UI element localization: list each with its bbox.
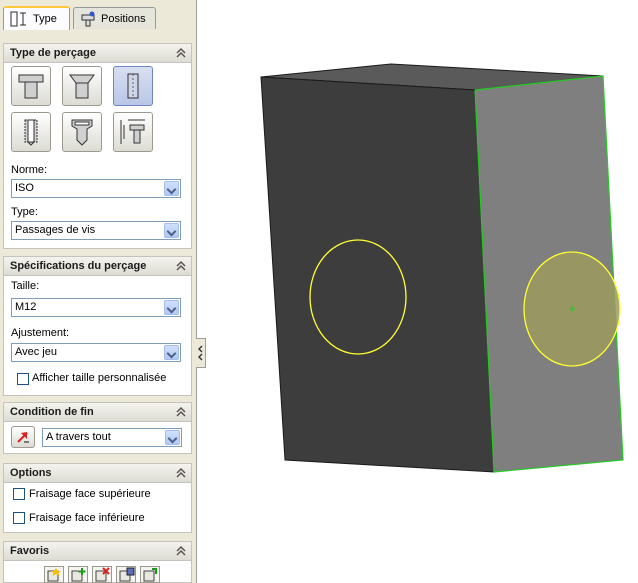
straight-hole-icon (127, 73, 139, 99)
chevron-down-icon[interactable] (164, 300, 179, 315)
reverse-direction-button[interactable] (11, 426, 35, 448)
fit-label: Ajustement: (11, 327, 70, 339)
reverse-direction-icon (17, 432, 29, 443)
chevron-down-icon[interactable] (164, 223, 179, 238)
collapse-chevron-icon[interactable] (176, 406, 186, 418)
fit-value: Avec jeu (15, 346, 57, 358)
tab-positions[interactable]: Positions (73, 7, 156, 29)
hole-position-icon (81, 11, 95, 26)
type-label: Type: (11, 206, 38, 218)
hole-type-tapered-tap-button[interactable] (62, 112, 102, 152)
top-countersink-checkbox[interactable] (13, 488, 25, 500)
collapse-arrows-icon[interactable] (196, 339, 205, 367)
countersink-icon (69, 74, 95, 99)
type-select[interactable]: Passages de vis (11, 221, 181, 240)
hole-type-straight-tap-button[interactable] (11, 112, 51, 152)
standard-label: Norme: (11, 164, 48, 176)
hole-spec-title: Spécifications du perçage (10, 260, 147, 272)
bottom-countersink-checkbox[interactable] (13, 512, 25, 524)
favorite-delete-button[interactable] (92, 566, 112, 583)
end-condition-value: A travers tout (46, 431, 111, 443)
size-value: M12 (15, 301, 37, 313)
end-condition-title: Condition de fin (10, 406, 94, 418)
options-title: Options (10, 467, 52, 479)
hole-type-icon (10, 11, 26, 27)
custom-size-checkbox[interactable] (17, 373, 29, 385)
collapse-chevron-icon[interactable] (176, 545, 186, 557)
legacy-hole-icon (120, 119, 145, 144)
chevron-down-icon[interactable] (165, 430, 180, 445)
panel-splitter[interactable] (196, 338, 206, 368)
favorites-title: Favoris (10, 545, 50, 557)
bottom-countersink-label: Fraisage face inférieure (29, 512, 145, 524)
favorite-apply-icon (47, 568, 61, 582)
size-label: Taille: (11, 280, 40, 292)
favorites-header[interactable]: Favoris (4, 542, 191, 561)
end-condition-select[interactable]: A travers tout (42, 428, 182, 447)
chevron-down-icon[interactable] (164, 345, 179, 360)
tab-positions-label: Positions (101, 12, 146, 25)
tab-type-label: Type (33, 13, 57, 25)
collapse-chevron-icon[interactable] (176, 467, 186, 479)
hole-type-header[interactable]: Type de perçage (4, 44, 191, 63)
end-condition-header[interactable]: Condition de fin (4, 403, 191, 422)
chevron-down-icon[interactable] (164, 181, 179, 196)
standard-select[interactable]: ISO (11, 179, 181, 198)
hole-spec-header[interactable]: Spécifications du perçage (4, 257, 191, 276)
type-value: Passages de vis (15, 224, 96, 236)
tab-bar: Type Positions (0, 0, 196, 30)
favorite-load-button[interactable] (140, 566, 160, 583)
graphics-viewport[interactable] (207, 0, 638, 583)
block-front-face[interactable] (260, 76, 495, 473)
hole-type-countersink-button[interactable] (62, 66, 102, 106)
fit-select[interactable]: Avec jeu (11, 343, 181, 362)
standard-value: ISO (15, 182, 34, 194)
favorite-add-button[interactable] (68, 566, 88, 583)
options-header[interactable]: Options (4, 464, 191, 483)
favorite-load-icon (143, 568, 157, 582)
custom-size-label: Afficher taille personnalisée (32, 372, 167, 384)
favorite-add-icon (71, 568, 86, 582)
favorite-apply-button[interactable] (44, 566, 64, 583)
favorite-delete-icon (95, 567, 110, 582)
top-countersink-label: Fraisage face supérieure (29, 488, 151, 500)
options-section: Options Fraisage face supérieure Fraisag… (3, 463, 192, 533)
size-select[interactable]: M12 (11, 298, 181, 317)
counterbore-icon (18, 74, 44, 99)
hole-type-straight-button[interactable] (113, 66, 153, 106)
hole-spec-section: Spécifications du perçage Taille: M12 Aj… (3, 256, 192, 396)
straight-tap-icon (24, 119, 38, 146)
end-condition-section: Condition de fin A travers tout (3, 402, 192, 454)
hole-type-section: Type de perçage Norme: ISO Type: Passage… (3, 43, 192, 249)
tab-type[interactable]: Type (3, 6, 70, 30)
hole-type-title: Type de perçage (10, 47, 96, 59)
tapered-tap-icon (71, 119, 93, 146)
hole-type-legacy-button[interactable] (113, 112, 153, 152)
property-manager-panel: Type Positions Type de perçage Norme: IS… (0, 0, 197, 583)
collapse-chevron-icon[interactable] (176, 47, 186, 59)
favorite-save-icon (119, 567, 135, 582)
favorite-save-button[interactable] (116, 566, 136, 583)
collapse-chevron-icon[interactable] (176, 260, 186, 272)
hole-type-counterbore-button[interactable] (11, 66, 51, 106)
